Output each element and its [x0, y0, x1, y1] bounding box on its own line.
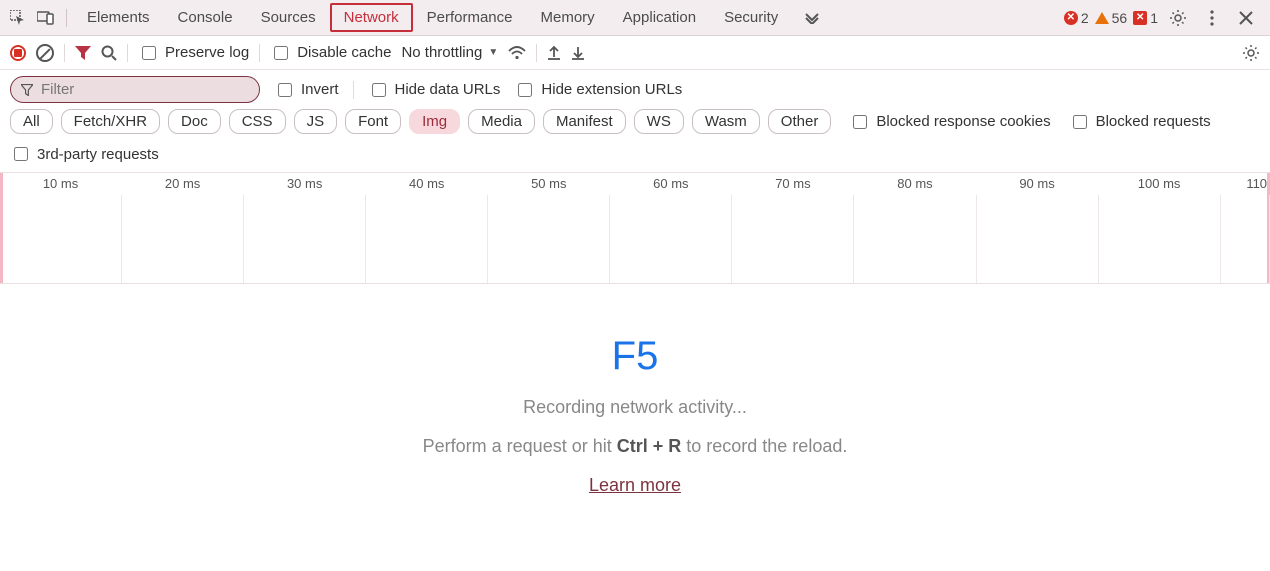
shortcut-hint: F5	[612, 334, 659, 379]
throttling-label: No throttling	[401, 44, 482, 61]
chip-manifest[interactable]: Manifest	[543, 109, 626, 134]
filter-icon[interactable]	[75, 46, 91, 60]
issues-count: 1	[1150, 10, 1158, 26]
hide-ext-urls-label: Hide extension URLs	[541, 81, 682, 98]
chip-img[interactable]: Img	[409, 109, 460, 134]
tab-console[interactable]: Console	[164, 3, 247, 32]
chip-media[interactable]: Media	[468, 109, 535, 134]
tab-performance[interactable]: Performance	[413, 3, 527, 32]
errors-count: 2	[1081, 10, 1089, 26]
disable-cache-label: Disable cache	[297, 44, 391, 61]
timeline-tick: 30 ms	[244, 173, 366, 195]
clear-button[interactable]	[36, 44, 54, 62]
timeline-tick: 110	[1221, 173, 1270, 195]
preserve-log-checkbox[interactable]: Preserve log	[138, 43, 249, 63]
chip-fetch-xhr[interactable]: Fetch/XHR	[61, 109, 160, 134]
timeline-tick: 50 ms	[488, 173, 610, 195]
timeline-tick: 10 ms	[0, 173, 122, 195]
timeline-tick: 100 ms	[1099, 173, 1221, 195]
chip-css[interactable]: CSS	[229, 109, 286, 134]
chip-js[interactable]: JS	[294, 109, 338, 134]
timeline-tick: 20 ms	[122, 173, 244, 195]
instruction-text: Perform a request or hit Ctrl + R to rec…	[423, 436, 848, 457]
close-devtools-icon[interactable]	[1232, 4, 1260, 32]
inspect-element-icon[interactable]	[4, 4, 32, 32]
timeline-tick: 40 ms	[366, 173, 488, 195]
third-party-requests-checkbox[interactable]: 3rd-party requests	[10, 144, 159, 164]
hide-extension-urls-checkbox[interactable]: Hide extension URLs	[514, 80, 682, 100]
more-tabs-icon[interactable]	[798, 4, 826, 32]
timeline-tick: 80 ms	[854, 173, 976, 195]
device-toolbar-icon[interactable]	[32, 4, 60, 32]
more-options-icon[interactable]	[1198, 4, 1226, 32]
error-badge-icon: ✕	[1064, 11, 1078, 25]
timeline-tick: 70 ms	[732, 173, 854, 195]
import-har-icon[interactable]	[571, 45, 585, 61]
timeline-overview[interactable]: 10 ms 20 ms 30 ms 40 ms 50 ms 60 ms 70 m…	[0, 172, 1270, 284]
tab-security[interactable]: Security	[710, 3, 792, 32]
export-har-icon[interactable]	[547, 45, 561, 61]
tab-elements[interactable]: Elements	[73, 3, 164, 32]
chip-all[interactable]: All	[10, 109, 53, 134]
devtools-tabs: Elements Console Sources Network Perform…	[73, 3, 826, 32]
funnel-icon	[21, 84, 33, 96]
network-conditions-icon[interactable]	[508, 46, 526, 60]
preserve-log-label: Preserve log	[165, 44, 249, 61]
tab-memory[interactable]: Memory	[527, 3, 609, 32]
record-button[interactable]	[10, 45, 26, 61]
warnings-count: 56	[1112, 10, 1128, 26]
blocked-requests-checkbox[interactable]: Blocked requests	[1069, 112, 1211, 132]
tab-application[interactable]: Application	[609, 3, 710, 32]
empty-state: F5 Recording network activity... Perform…	[0, 284, 1270, 496]
search-icon[interactable]	[101, 45, 117, 61]
errors-counter[interactable]: ✕ 2	[1064, 10, 1089, 26]
chip-wasm[interactable]: Wasm	[692, 109, 760, 134]
hide-data-urls-label: Hide data URLs	[395, 81, 501, 98]
throttling-select[interactable]: No throttling ▼	[401, 44, 498, 61]
recording-status: Recording network activity...	[523, 397, 747, 418]
tab-sources[interactable]: Sources	[247, 3, 330, 32]
chip-other[interactable]: Other	[768, 109, 832, 134]
filter-input-container[interactable]	[10, 76, 260, 103]
warnings-counter[interactable]: 56	[1095, 10, 1128, 26]
issues-counter[interactable]: ✕ 1	[1133, 10, 1158, 26]
disable-cache-checkbox[interactable]: Disable cache	[270, 43, 391, 63]
issue-badge-icon: ✕	[1133, 11, 1147, 25]
timeline-tick: 90 ms	[977, 173, 1099, 195]
blocked-response-cookies-label: Blocked response cookies	[876, 113, 1050, 130]
tab-network[interactable]: Network	[330, 3, 413, 32]
filter-input[interactable]	[39, 80, 247, 99]
warning-badge-icon	[1095, 12, 1109, 24]
settings-icon[interactable]	[1164, 4, 1192, 32]
timeline-tick: 60 ms	[610, 173, 732, 195]
network-settings-icon[interactable]	[1242, 44, 1260, 62]
chip-doc[interactable]: Doc	[168, 109, 221, 134]
third-party-requests-label: 3rd-party requests	[37, 146, 159, 163]
invert-checkbox[interactable]: Invert	[274, 80, 339, 100]
learn-more-link[interactable]: Learn more	[589, 475, 681, 496]
blocked-response-cookies-checkbox[interactable]: Blocked response cookies	[849, 112, 1050, 132]
invert-label: Invert	[301, 81, 339, 98]
chevron-down-icon: ▼	[488, 47, 498, 58]
hide-data-urls-checkbox[interactable]: Hide data URLs	[368, 80, 501, 100]
chip-ws[interactable]: WS	[634, 109, 684, 134]
blocked-requests-label: Blocked requests	[1096, 113, 1211, 130]
chip-font[interactable]: Font	[345, 109, 401, 134]
